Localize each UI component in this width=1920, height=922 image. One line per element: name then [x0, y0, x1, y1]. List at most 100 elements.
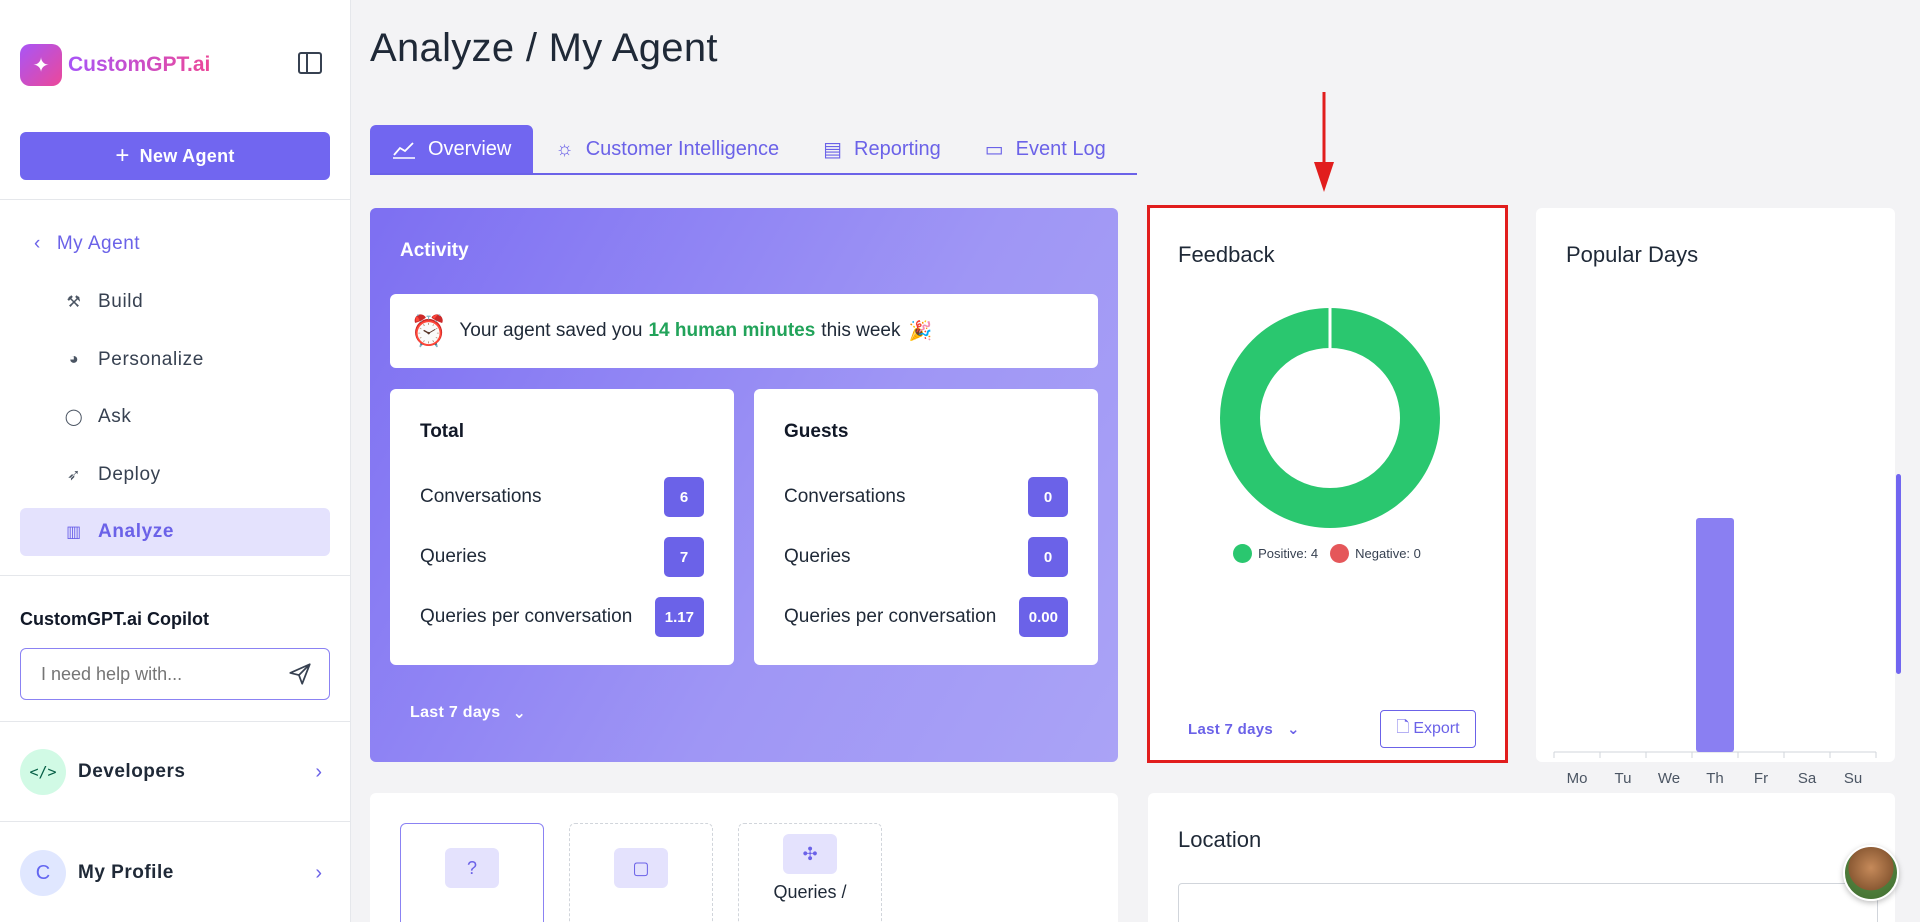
file-icon: 🗋: [1396, 718, 1410, 736]
sidebar-item-ask[interactable]: ◯ Ask: [20, 393, 330, 441]
question-icon: ?: [445, 848, 499, 888]
range-label: Last 7 days: [410, 704, 501, 721]
activity-card: Activity ⏰ Your agent saved you 14 human…: [370, 208, 1118, 762]
stat-label: Queries per conversation: [420, 606, 633, 627]
code-icon: </>: [20, 749, 66, 795]
divider: [0, 575, 351, 576]
stat-label: Queries: [420, 546, 487, 567]
scrollbar-thumb[interactable]: [1896, 474, 1901, 674]
stat-row: Queries per conversation 0.00: [784, 597, 1068, 637]
chevron-right-icon: ›: [315, 760, 322, 783]
time-saved-banner: ⏰ Your agent saved you 14 human minutes …: [390, 294, 1098, 368]
sidebar-item-label: Ask: [98, 406, 132, 427]
sidebar-item-label: Build: [98, 291, 144, 312]
popular-days-title: Popular Days: [1566, 242, 1699, 267]
copilot-input-box: [20, 648, 330, 700]
range-label: Last 7 days: [1188, 720, 1274, 738]
negative-legend-label: Negative: 0: [1355, 546, 1421, 561]
bar-th[interactable]: [1696, 518, 1734, 752]
tab-label: Event Log: [1015, 137, 1106, 160]
logo[interactable]: ✦ CustomGPT.ai: [20, 44, 210, 86]
sidebar-item-build[interactable]: ⚒ Build: [20, 278, 330, 326]
sidebar-item-personalize[interactable]: ◕ Personalize: [20, 336, 330, 384]
stat-row: Queries per conversation 1.17: [420, 597, 704, 637]
metric-tile-label: Queries /: [773, 882, 847, 902]
guests-stats-card: Guests Conversations 0 Queries 0 Queries…: [754, 389, 1098, 665]
stat-value: 7: [664, 537, 704, 577]
clipboard-icon: ▤: [823, 138, 843, 161]
stat-value: 0.00: [1018, 597, 1068, 637]
export-button[interactable]: 🗋 Export: [1380, 710, 1476, 748]
feedback-range-dropdown[interactable]: Last 7 days ⌄: [1188, 720, 1300, 739]
tab-overview[interactable]: Overview: [370, 125, 534, 173]
profile-label: My Profile: [78, 862, 174, 883]
saved-highlight: 14 human minutes: [648, 320, 816, 341]
copilot-title: CustomGPT.ai Copilot: [20, 609, 209, 629]
tab-customer-intelligence[interactable]: ☼ Customer Intelligence: [533, 125, 801, 173]
x-tick-label: Su: [1844, 770, 1862, 787]
brain-logo-icon: ✦: [20, 44, 62, 86]
message-icon: ▢: [614, 848, 668, 888]
chevron-right-icon: ›: [315, 861, 322, 884]
sidebar-item-analyze[interactable]: ▥ Analyze: [20, 508, 330, 556]
page-title: Analyze / My Agent: [370, 26, 718, 70]
support-chat-avatar[interactable]: [1843, 845, 1899, 901]
sidebar-item-label: Analyze: [98, 521, 175, 542]
location-map-area: [1178, 883, 1878, 922]
feedback-card: Feedback Positive: 4 Negative: 0 Last 7 …: [1148, 208, 1506, 762]
tab-label: Overview: [428, 137, 512, 160]
palette-icon: ◕: [68, 351, 80, 368]
chevron-down-icon: ⌄: [1287, 721, 1300, 738]
total-title: Total: [420, 421, 464, 442]
metrics-tiles-card: ? ▢ ✣ Queries /: [370, 793, 1118, 922]
feedback-title: Feedback: [1178, 242, 1275, 267]
logo-text: CustomGPT.ai: [68, 53, 211, 76]
send-icon[interactable]: [287, 661, 313, 687]
positive-slice: [1220, 308, 1440, 528]
stat-row: Conversations 6: [420, 477, 704, 517]
line-chart-icon: [393, 142, 415, 159]
lightbulb-icon: ☼: [555, 137, 574, 160]
chevron-down-icon: ⌄: [512, 705, 527, 722]
my-profile-link[interactable]: C My Profile ›: [20, 847, 330, 899]
bar-chart-icon: ▥: [66, 524, 82, 541]
metric-tile[interactable]: ?: [400, 823, 544, 922]
tab-label: Reporting: [854, 137, 941, 160]
stat-value: 1.17: [654, 597, 704, 637]
feedback-donut-chart: [1220, 308, 1440, 528]
divider: [0, 721, 351, 722]
divider: [0, 199, 351, 200]
sidebar-toggle-icon[interactable]: [298, 52, 322, 74]
x-tick-label: Sa: [1798, 770, 1817, 787]
avatar: C: [20, 850, 66, 896]
developers-link[interactable]: </> Developers ›: [20, 746, 330, 798]
new-agent-button[interactable]: + New Agent: [20, 132, 330, 180]
sidebar-item-deploy[interactable]: ➶ Deploy: [20, 451, 330, 499]
tab-reporting[interactable]: ▤ Reporting: [801, 125, 963, 173]
saved-suffix: this week: [821, 320, 901, 341]
tab-bar: Overview ☼ Customer Intelligence ▤ Repor…: [370, 125, 1137, 175]
stat-row: Queries 7: [420, 537, 704, 577]
export-label: Export: [1413, 720, 1460, 737]
developers-label: Developers: [78, 761, 186, 782]
metric-tile[interactable]: ✣ Queries /: [738, 823, 882, 922]
guests-title: Guests: [784, 421, 849, 442]
build-icon: ⚒: [66, 294, 82, 311]
stat-row: Conversations 0: [784, 477, 1068, 517]
red-arrow-annotation: [1314, 92, 1334, 192]
new-agent-label: New Agent: [139, 145, 235, 166]
back-to-agent-link[interactable]: ‹ My Agent: [34, 233, 140, 255]
sidebar-item-label: Deploy: [98, 464, 161, 485]
positive-legend-dot: [1233, 544, 1253, 563]
x-tick-label: Tu: [1615, 770, 1632, 787]
cursor-click-icon: ✣: [783, 834, 837, 874]
tab-event-log[interactable]: ▭ Event Log: [963, 125, 1128, 173]
activity-range-dropdown[interactable]: Last 7 days ⌄: [410, 703, 526, 723]
feedback-legend: Positive: 4 Negative: 0: [1148, 544, 1506, 563]
metric-tile[interactable]: ▢: [569, 823, 713, 922]
back-link-label: My Agent: [56, 233, 141, 254]
tab-label: Customer Intelligence: [585, 137, 780, 160]
copilot-input[interactable]: [41, 663, 281, 685]
plus-icon: +: [115, 142, 130, 169]
divider: [0, 821, 351, 822]
